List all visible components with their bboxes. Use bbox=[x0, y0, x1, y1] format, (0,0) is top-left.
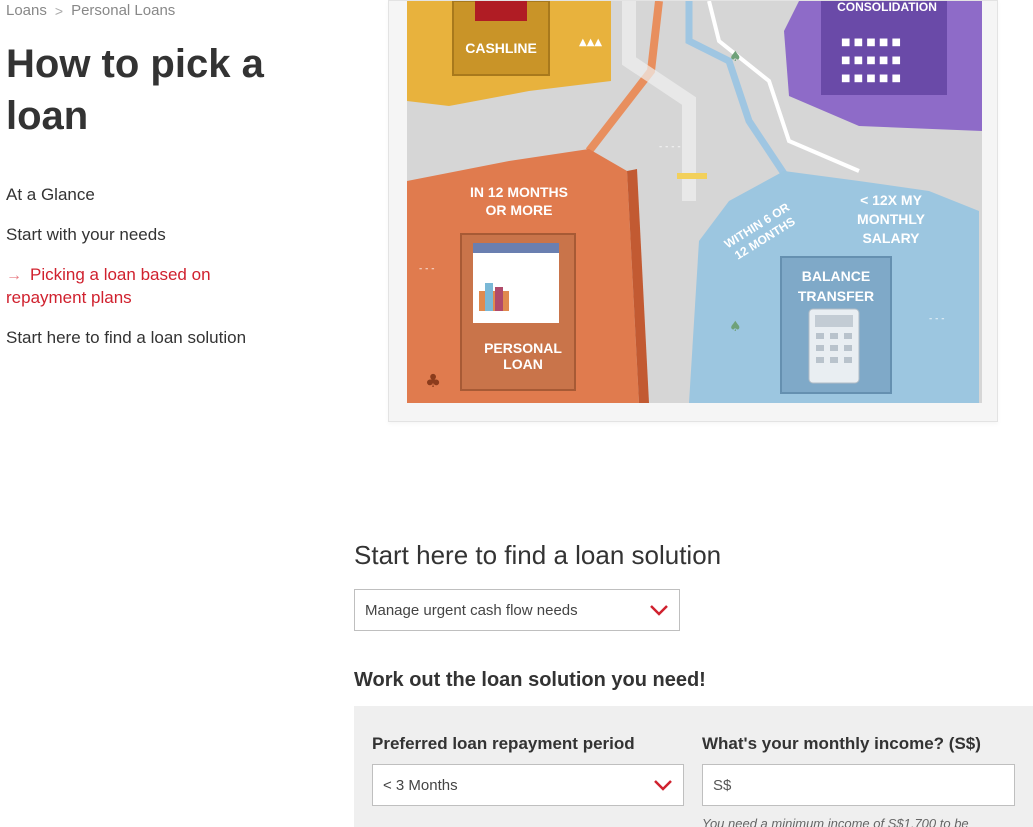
salary-label-line3: SALARY bbox=[862, 230, 920, 246]
side-nav-item-start-with-your-needs[interactable]: Start with your needs bbox=[6, 224, 266, 246]
chevron-down-icon bbox=[654, 780, 672, 791]
need-select[interactable]: Manage urgent cash flow needs bbox=[354, 589, 680, 631]
months-label-line1: IN 12 MONTHS bbox=[470, 184, 568, 200]
chevron-down-icon bbox=[650, 605, 668, 616]
svg-text:- - -: - - - bbox=[929, 314, 944, 324]
salary-label-line2: MONTHLY bbox=[857, 211, 926, 227]
monthly-income-field: What's your monthly income? (S$) You nee… bbox=[702, 734, 1015, 827]
side-nav-item-start-here[interactable]: Start here to find a loan solution bbox=[6, 327, 266, 349]
arrow-right-icon: → bbox=[6, 267, 22, 284]
repayment-period-select[interactable]: < 3 Months bbox=[372, 764, 684, 806]
side-nav-item-label: Start here to find a loan solution bbox=[6, 328, 247, 347]
months-label-line2: OR MORE bbox=[486, 202, 553, 218]
svg-text:■ ■ ■ ■ ■: ■ ■ ■ ■ ■ bbox=[841, 73, 901, 84]
balance-label-line1: BALANCE bbox=[802, 268, 870, 284]
breadcrumb-item-personal-loans[interactable]: Personal Loans bbox=[71, 2, 175, 19]
side-nav-item-label: Picking a loan based on repayment plans bbox=[6, 265, 211, 307]
personal-loan-label-line2: LOAN bbox=[503, 356, 543, 372]
personal-loan-label-line1: PERSONAL bbox=[484, 340, 562, 356]
side-nav-item-label: Start with your needs bbox=[6, 225, 166, 244]
side-nav-item-picking-a-loan[interactable]: → Picking a loan based on repayment plans bbox=[6, 264, 266, 309]
loan-map-infographic: CASHLINE ▲▲▲ CONSOLIDATION ■ ■ ■ ■ ■ ■ ■… bbox=[388, 0, 998, 422]
monthly-income-label: What's your monthly income? (S$) bbox=[702, 734, 981, 753]
breadcrumb-separator: > bbox=[54, 2, 64, 19]
side-nav-item-at-a-glance[interactable]: At a Glance bbox=[6, 184, 266, 206]
repayment-period-value: < 3 Months bbox=[383, 776, 458, 794]
svg-text:■ ■ ■ ■ ■: ■ ■ ■ ■ ■ bbox=[841, 55, 901, 66]
salary-label-line1: < 12X MY bbox=[860, 192, 923, 208]
svg-text:■ ■ ■ ■ ■: ■ ■ ■ ■ ■ bbox=[841, 37, 901, 48]
svg-text:♣: ♣ bbox=[425, 371, 441, 392]
calculator-subtitle: Work out the loan solution you need! bbox=[354, 669, 706, 691]
balance-label-line2: TRANSFER bbox=[798, 288, 874, 304]
svg-text:♠: ♠ bbox=[729, 49, 742, 65]
loan-finder: Start here to find a loan solution Manag… bbox=[354, 540, 1033, 827]
cashline-label: CASHLINE bbox=[465, 40, 537, 56]
breadcrumb: Loans > Personal Loans bbox=[6, 2, 175, 19]
side-nav: At a Glance Start with your needs → Picki… bbox=[6, 184, 266, 367]
page-title: How to pick a loan bbox=[6, 42, 264, 138]
income-hint: You need a minimum income of S$1,700 to … bbox=[702, 816, 969, 827]
consolidation-label: CONSOLIDATION bbox=[837, 1, 937, 14]
svg-text:♠: ♠ bbox=[729, 319, 742, 335]
svg-text:- - - -: - - - - bbox=[659, 142, 681, 152]
monthly-income-input[interactable] bbox=[702, 764, 1015, 806]
need-select-value: Manage urgent cash flow needs bbox=[365, 601, 578, 619]
side-nav-item-label: At a Glance bbox=[6, 185, 95, 204]
breadcrumb-item-loans[interactable]: Loans bbox=[6, 2, 47, 19]
finder-title: Start here to find a loan solution bbox=[354, 540, 722, 570]
calculator-panel: Preferred loan repayment period < 3 Mont… bbox=[354, 706, 1033, 827]
svg-text:▲▲▲: ▲▲▲ bbox=[579, 37, 602, 48]
repayment-period-label: Preferred loan repayment period bbox=[372, 734, 635, 753]
svg-text:- - -: - - - bbox=[419, 264, 434, 274]
repayment-period-field: Preferred loan repayment period < 3 Mont… bbox=[372, 734, 684, 806]
